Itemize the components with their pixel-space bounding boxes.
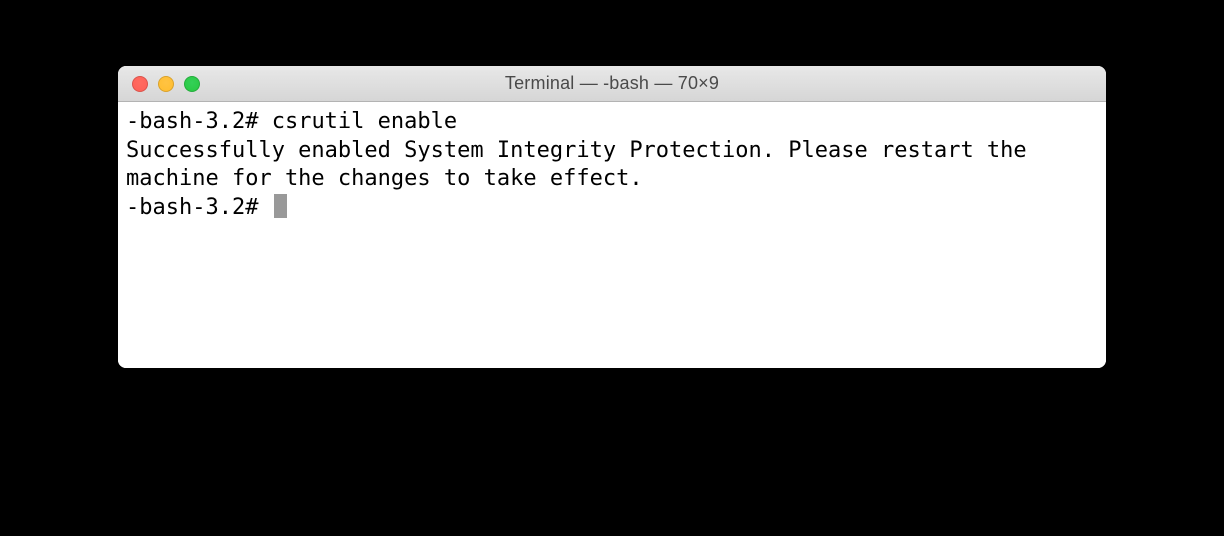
terminal-line: -bash-3.2# csrutil enable — [126, 108, 1098, 137]
shell-prompt: -bash-3.2# — [126, 109, 272, 134]
zoom-button[interactable] — [184, 76, 200, 92]
shell-prompt: -bash-3.2# — [126, 195, 272, 220]
terminal-line: -bash-3.2# — [126, 194, 1098, 223]
cursor-icon — [274, 194, 287, 218]
window-title: Terminal — -bash — 70×9 — [130, 73, 1094, 94]
terminal-output: Successfully enabled System Integrity Pr… — [126, 137, 1098, 194]
traffic-lights — [132, 76, 200, 92]
window-titlebar[interactable]: Terminal — -bash — 70×9 — [118, 66, 1106, 102]
terminal-content[interactable]: -bash-3.2# csrutil enableSuccessfully en… — [118, 102, 1106, 368]
command-text: csrutil enable — [272, 109, 457, 134]
minimize-button[interactable] — [158, 76, 174, 92]
close-button[interactable] — [132, 76, 148, 92]
terminal-window: Terminal — -bash — 70×9 -bash-3.2# csrut… — [118, 66, 1106, 368]
